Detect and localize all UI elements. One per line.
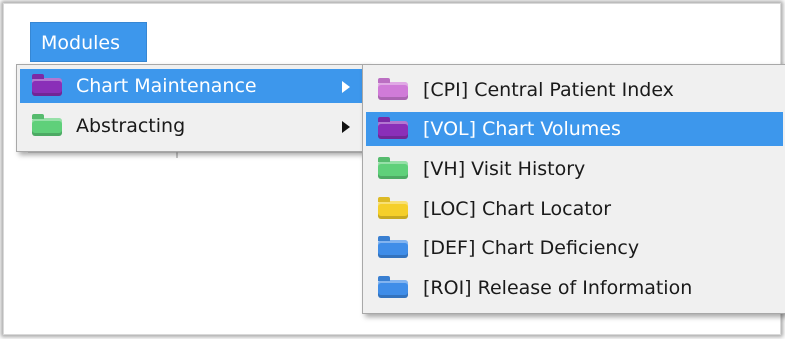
background-tick <box>176 152 178 158</box>
purple-folder-icon <box>32 78 62 96</box>
submenu-item-label: [LOC] Chart Locator <box>423 198 612 220</box>
submenu-item-label: [ROI] Release of Information <box>423 277 693 299</box>
green-folder-icon <box>378 161 408 179</box>
yellow-folder-icon <box>378 201 408 219</box>
menu-item-abstracting[interactable]: Abstracting <box>20 109 362 143</box>
menu-item-label: Chart Maintenance <box>76 75 257 97</box>
submenu-item-vh[interactable]: [VH] Visit History <box>366 152 783 186</box>
green-folder-icon <box>32 118 62 136</box>
lavender-folder-icon <box>378 82 408 100</box>
purple-folder-icon <box>378 121 408 139</box>
menu-item-label: Abstracting <box>76 115 186 137</box>
submenu-item-cpi[interactable]: [CPI] Central Patient Index <box>366 73 783 107</box>
submenu-item-label: [VOL] Chart Volumes <box>423 118 621 140</box>
modules-menu[interactable]: Modules <box>30 22 147 62</box>
chart-maintenance-submenu: [CPI] Central Patient Index [VOL] Chart … <box>362 64 785 314</box>
submenu-item-label: [VH] Visit History <box>423 158 586 180</box>
submenu-item-def[interactable]: [DEF] Chart Deficiency <box>366 231 783 265</box>
submenu-item-label: [DEF] Chart Deficiency <box>423 237 640 259</box>
background-divider <box>28 152 364 153</box>
menu-item-chart-maintenance[interactable]: Chart Maintenance <box>20 69 362 103</box>
blue-folder-icon <box>378 240 408 258</box>
submenu-item-vol[interactable]: [VOL] Chart Volumes <box>366 112 783 146</box>
submenu-item-roi[interactable]: [ROI] Release of Information <box>366 271 783 305</box>
submenu-item-loc[interactable]: [LOC] Chart Locator <box>366 192 783 226</box>
blue-folder-icon <box>378 280 408 298</box>
submenu-arrow-icon <box>342 121 350 133</box>
menu-bar: Modules <box>16 20 776 64</box>
submenu-arrow-icon <box>342 81 350 93</box>
modules-dropdown: Chart Maintenance Abstracting <box>16 64 366 152</box>
submenu-item-label: [CPI] Central Patient Index <box>423 79 674 101</box>
